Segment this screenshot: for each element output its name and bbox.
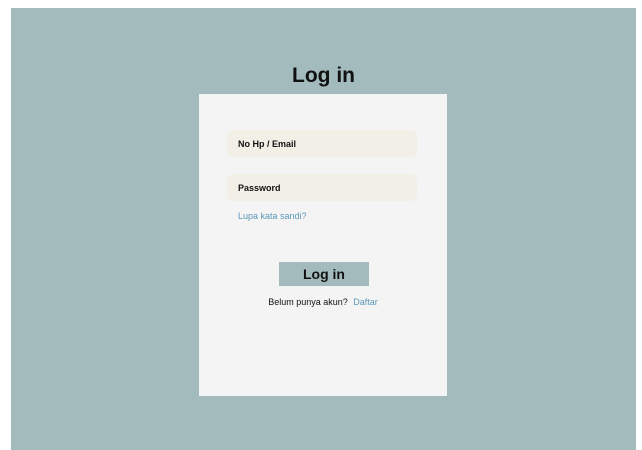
login-card: Lupa kata sandi? Log in Belum punya akun… bbox=[199, 94, 447, 396]
login-screen: Log in Lupa kata sandi? Log in Belum pun… bbox=[11, 8, 636, 450]
register-prompt: Belum punya akun? bbox=[268, 297, 348, 307]
forgot-password-link[interactable]: Lupa kata sandi? bbox=[238, 211, 307, 221]
page-title: Log in bbox=[292, 64, 355, 87]
register-link[interactable]: Daftar bbox=[353, 297, 378, 307]
register-row: Belum punya akun? Daftar bbox=[199, 297, 447, 307]
password-field[interactable] bbox=[227, 174, 417, 201]
email-field[interactable] bbox=[227, 130, 417, 157]
login-button[interactable]: Log in bbox=[279, 262, 369, 286]
